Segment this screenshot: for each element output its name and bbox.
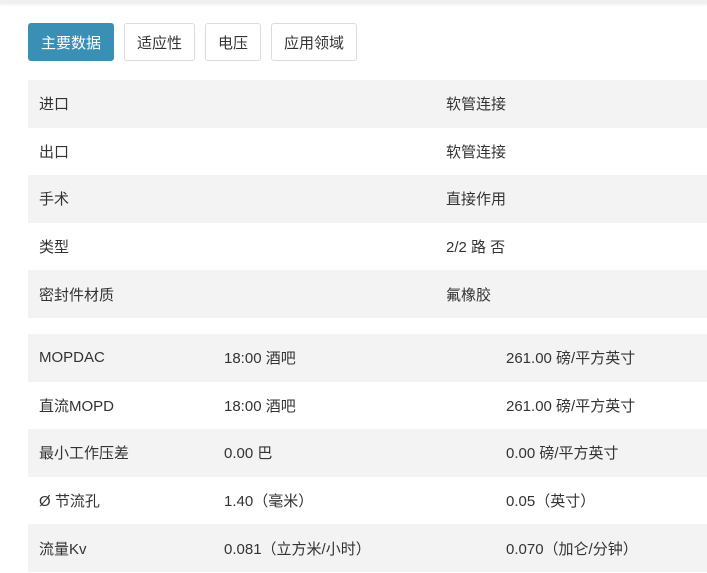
table-row: 手术 直接作用 xyxy=(28,175,707,223)
row-label: 出口 xyxy=(39,143,70,161)
spec-metric-value: 1.40（毫米） xyxy=(224,493,314,511)
table-row: 流量Kv 0.081（立方米/小时） 0.070（加仑/分钟） xyxy=(28,524,707,572)
table-row: 进口 软管连接 xyxy=(28,80,707,128)
row-label: 类型 xyxy=(39,239,70,257)
main-data-table: 进口 软管连接 出口 软管连接 手术 直接作用 类型 2/2 路 否 密封件材质… xyxy=(28,80,707,318)
table-row: MOPDAC 18:00 酒吧 261.00 磅/平方英寸 xyxy=(28,334,707,382)
row-label: 密封件材质 xyxy=(28,270,435,318)
row-value: 软管连接 xyxy=(435,80,707,128)
row-value: 氟橡胶 xyxy=(435,270,707,318)
tab-voltage[interactable]: 电压 xyxy=(205,23,262,61)
spec-label: 直流MOPD xyxy=(39,397,115,415)
spec-imperial-value: 261.00 磅/平方英寸 xyxy=(495,334,707,382)
spec-imperial-value: 261.00 磅/平方英寸 xyxy=(506,397,636,415)
spec-label: 最小工作压差 xyxy=(28,429,213,477)
spec-metric-value: 18:00 酒吧 xyxy=(213,334,495,382)
table-row: 出口 软管连接 xyxy=(28,128,707,176)
row-value: 软管连接 xyxy=(446,143,507,161)
spec-label: MOPDAC xyxy=(28,334,213,382)
spec-imperial-value: 0.05（英寸） xyxy=(506,493,596,511)
top-divider xyxy=(0,0,707,4)
spec-table: MOPDAC 18:00 酒吧 261.00 磅/平方英寸 直流MOPD 18:… xyxy=(28,334,707,572)
tab-main-data[interactable]: 主要数据 xyxy=(28,23,115,61)
row-value: 直接作用 xyxy=(435,175,707,223)
table-row: 直流MOPD 18:00 酒吧 261.00 磅/平方英寸 xyxy=(28,382,707,430)
table-row: Ø 节流孔 1.40（毫米） 0.05（英寸） xyxy=(28,477,707,525)
row-label: 手术 xyxy=(28,175,435,223)
spec-metric-value: 18:00 酒吧 xyxy=(224,397,296,415)
tab-bar: 主要数据 适应性 电压 应用领域 xyxy=(28,23,358,61)
spec-imperial-value: 0.00 磅/平方英寸 xyxy=(495,429,707,477)
table-row: 最小工作压差 0.00 巴 0.00 磅/平方英寸 xyxy=(28,429,707,477)
spec-metric-value: 0.00 巴 xyxy=(213,429,495,477)
tab-applications[interactable]: 应用领域 xyxy=(271,23,358,61)
spec-label: Ø 节流孔 xyxy=(39,493,100,511)
row-label: 进口 xyxy=(28,80,435,128)
table-row: 类型 2/2 路 否 xyxy=(28,223,707,271)
table-row: 密封件材质 氟橡胶 xyxy=(28,270,707,318)
spec-metric-value: 0.081（立方米/小时） xyxy=(213,524,495,572)
spec-label: 流量Kv xyxy=(28,524,213,572)
row-value: 2/2 路 否 xyxy=(446,239,506,257)
spec-imperial-value: 0.070（加仑/分钟） xyxy=(495,524,707,572)
tab-adaptability[interactable]: 适应性 xyxy=(124,23,196,61)
